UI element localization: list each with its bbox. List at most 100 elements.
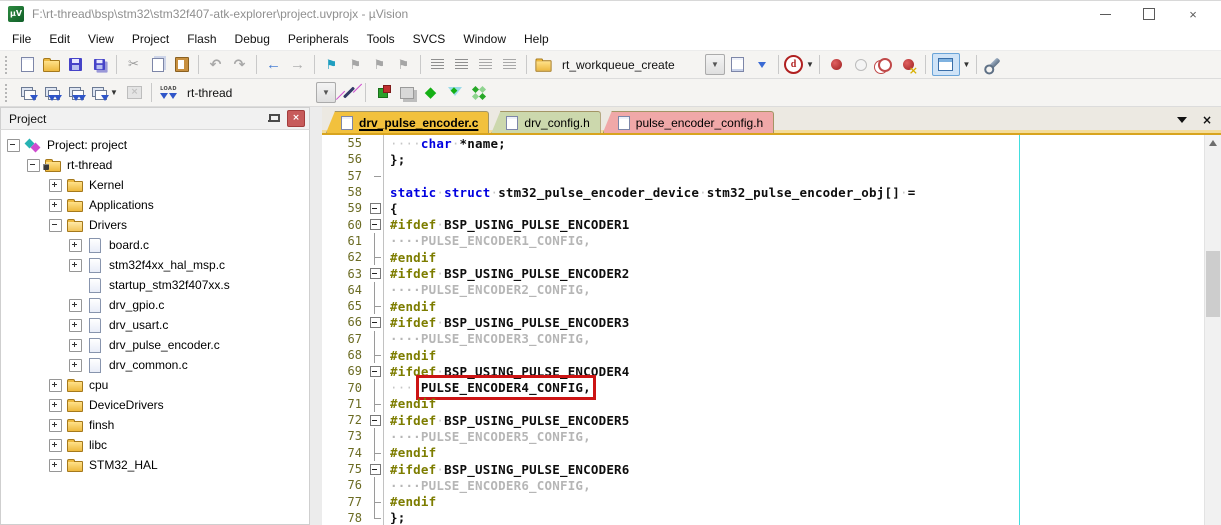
batch-build-button[interactable]: ▼ [88,81,122,104]
tree-item-board-c[interactable]: board.c [1,235,309,255]
uncomment-button[interactable] [498,53,521,76]
tree-expander-icon[interactable] [49,439,62,452]
panel-splitter[interactable] [310,107,322,525]
fold-collapse-icon[interactable] [369,363,384,379]
indent-button[interactable] [450,53,473,76]
vertical-scrollbar[interactable] [1204,135,1221,525]
scroll-up-icon[interactable] [1209,140,1217,146]
navigate-forward-button[interactable]: → [286,53,309,76]
fold-collapse-icon[interactable] [369,265,384,281]
configure-tools-button[interactable] [982,53,1005,76]
component-viewer-button[interactable]: ◆ [419,81,442,104]
fold-collapse-icon[interactable] [369,200,384,216]
tree-item-drv-usart-c[interactable]: drv_usart.c [1,315,309,335]
tree-expander-icon[interactable] [49,199,62,212]
kill-all-breakpoints-button[interactable] [897,53,920,76]
tree-expander-icon[interactable] [69,299,82,312]
cut-button[interactable]: ✂ [122,53,145,76]
manage-rte-button[interactable] [371,81,394,104]
unindent-button[interactable] [426,53,449,76]
menu-debug[interactable]: Debug [226,32,279,46]
tree-expander-icon[interactable] [69,259,82,272]
menu-project[interactable]: Project [123,32,178,46]
menu-flash[interactable]: Flash [178,32,225,46]
menu-file[interactable]: File [3,32,40,46]
tab-drv-config-h[interactable]: drv_config.h [491,111,600,133]
file-extensions-button[interactable] [395,81,418,104]
target-select-combo[interactable]: rt-thread [181,83,315,103]
find-text-button[interactable] [726,53,749,76]
tree-expander-icon[interactable] [49,399,62,412]
minimize-button[interactable] [1083,2,1127,26]
tree-expander-icon[interactable] [69,339,82,352]
fold-collapse-icon[interactable] [369,461,384,477]
scrollbar-thumb[interactable] [1206,251,1220,317]
target-select-dropdown[interactable]: ▼ [316,82,336,103]
menu-svcs[interactable]: SVCS [404,32,455,46]
tree-expander-icon[interactable] [27,159,40,172]
tree-item-applications[interactable]: Applications [1,195,309,215]
target-options-button[interactable] [337,81,360,104]
tree-expander-icon[interactable] [69,359,82,372]
find-in-files-button[interactable] [532,53,555,76]
toggle-bookmark-button[interactable]: ⚑ [320,53,343,76]
fold-collapse-icon[interactable] [369,412,384,428]
menu-peripherals[interactable]: Peripherals [279,32,358,46]
incremental-find-button[interactable]: d▼ [784,53,814,76]
fold-collapse-icon[interactable] [369,314,384,330]
debug-windows-button[interactable]: ▼ [931,53,971,76]
rebuild-button[interactable] [64,81,87,104]
find-combo-dropdown[interactable]: ▼ [705,54,725,75]
next-bookmark-button[interactable]: ⚑ [368,53,391,76]
tree-expander-icon[interactable] [49,219,62,232]
new-file-button[interactable] [16,53,39,76]
tree-item-cpu[interactable]: cpu [1,375,309,395]
project-panel-close-button[interactable]: × [287,110,305,127]
toolbar-drag-handle[interactable] [5,56,11,74]
menu-tools[interactable]: Tools [358,32,404,46]
maximize-button[interactable] [1127,2,1171,26]
goto-reference-button[interactable] [750,53,773,76]
tree-expander-icon[interactable] [49,179,62,192]
tree-item-drivers[interactable]: Drivers [1,215,309,235]
build-button[interactable] [40,81,63,104]
tree-item-devicedrivers[interactable]: DeviceDrivers [1,395,309,415]
tree-item-drv-common-c[interactable]: drv_common.c [1,355,309,375]
tab-list-dropdown-icon[interactable] [1177,117,1187,123]
menu-help[interactable]: Help [515,32,558,46]
clear-bookmarks-button[interactable]: ⚑ [392,53,415,76]
find-combo-input[interactable]: rt_workqueue_create [556,55,704,75]
navigate-back-button[interactable]: ← [262,53,285,76]
save-all-button[interactable] [88,53,111,76]
tree-expander-icon[interactable] [69,319,82,332]
menu-window[interactable]: Window [454,32,515,46]
tree-expander-icon[interactable] [7,139,20,152]
copy-button[interactable] [146,53,169,76]
tree-item-project-project[interactable]: Project: project [1,135,309,155]
undo-button[interactable]: ↶ [204,53,227,76]
tree-item-drv-pulse-encoder-c[interactable]: drv_pulse_encoder.c [1,335,309,355]
pack-installer-button[interactable] [467,81,490,104]
tab-pulse-encoder-config-h[interactable]: pulse_encoder_config.h [603,111,774,133]
paste-button[interactable] [170,53,193,76]
toggle-breakpoint-button[interactable] [825,53,848,76]
download-button[interactable]: LOAD [157,81,180,104]
tab-drv-pulse-encoder-c[interactable]: drv_pulse_encoder.c [326,111,489,133]
fold-collapse-icon[interactable] [369,216,384,232]
tree-expander-icon[interactable] [49,419,62,432]
code-editor[interactable]: 55····char·*name;56};5758static·struct·s… [322,135,1221,525]
software-packs-filter-button[interactable]: ◆ [443,81,466,104]
tree-item-rt-thread[interactable]: rt-thread [1,155,309,175]
project-tree[interactable]: Project: projectrt-threadKernelApplicati… [0,130,310,525]
menu-edit[interactable]: Edit [40,32,79,46]
save-button[interactable] [64,53,87,76]
tree-item-kernel[interactable]: Kernel [1,175,309,195]
stop-build-button[interactable]: × [123,81,146,104]
disable-all-breakpoints-button[interactable] [873,53,896,76]
tree-item-drv-gpio-c[interactable]: drv_gpio.c [1,295,309,315]
comment-button[interactable] [474,53,497,76]
tree-expander-icon[interactable] [49,379,62,392]
redo-button[interactable]: ↷ [228,53,251,76]
menu-view[interactable]: View [79,32,123,46]
tree-expander-icon[interactable] [69,239,82,252]
